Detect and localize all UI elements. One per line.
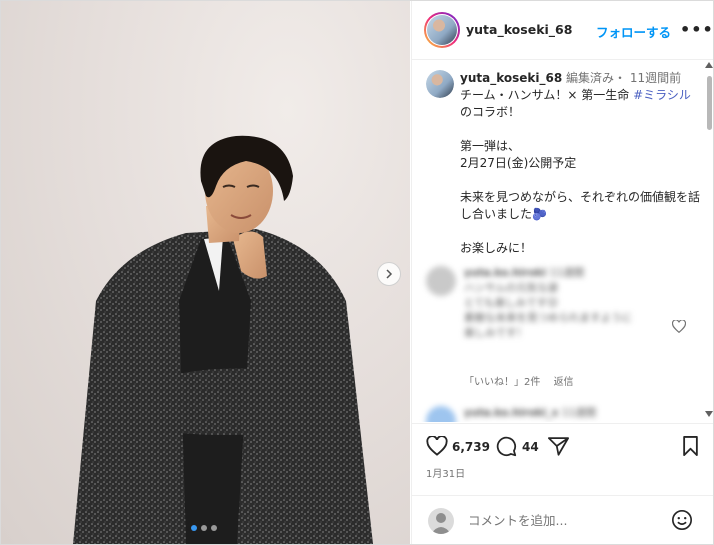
post-header: yuta_koseki_68 フォローする •••	[412, 1, 713, 60]
caption-text: チーム・ハンサム！× 第一生命	[460, 88, 634, 102]
post-caption: yuta_koseki_68 編集済み・ 11週間前 チーム・ハンサム！× 第一…	[460, 70, 700, 257]
comment-time: 11週間	[561, 407, 597, 419]
caption-text: 第一弾は、	[460, 139, 521, 153]
reply-button[interactable]: 返信	[554, 377, 574, 388]
commenter-username[interactable]: yuta.ko.hiroki	[464, 267, 546, 279]
instagram-post-modal: yuta_koseki_68 フォローする ••• yuta_koseki_68…	[0, 0, 714, 545]
post-photo	[1, 1, 410, 544]
commenter-avatar[interactable]	[426, 406, 456, 422]
man-in-coat-photo	[73, 135, 373, 544]
caption-text: 未来を見つめながら、それぞれの価値観を話し合いました🫐	[460, 190, 701, 221]
comments-scroll-area[interactable]: yuta_koseki_68 編集済み・ 11週間前 チーム・ハンサム！× 第一…	[412, 60, 713, 422]
post-date[interactable]: 1月31日	[426, 465, 465, 480]
comment-body: yuta.ko.hiroki_x 11週間	[464, 406, 664, 421]
commenter-username[interactable]: yuta.ko.hiroki_x	[464, 407, 558, 419]
carousel-dot	[201, 525, 207, 531]
author-username[interactable]: yuta_koseki_68	[466, 22, 572, 37]
comment-bubble-icon	[496, 436, 517, 457]
comment-item: yuta.ko.hiroki_x 11週間	[426, 406, 688, 422]
save-button[interactable]	[682, 436, 699, 460]
edited-label: 編集済み・	[566, 71, 627, 85]
carousel-dot-active	[191, 525, 197, 531]
share-button[interactable]	[548, 436, 569, 460]
emoji-button[interactable]	[671, 509, 693, 535]
carousel-indicator	[191, 525, 217, 531]
comment-body: yuta.ko.hiroki 11週間 ハンサムの元気な姿 とても楽しみです😊 …	[464, 266, 664, 341]
comment-item: yuta.ko.hiroki 11週間 ハンサムの元気な姿 とても楽しみです😊 …	[426, 266, 688, 396]
current-user-avatar	[428, 508, 454, 534]
caption-avatar[interactable]	[426, 70, 454, 98]
caption-text: 2月27日(金)公開予定	[460, 156, 577, 170]
comment-line: 素敵な未来を見つめられますように	[464, 312, 632, 324]
comment-like-button[interactable]	[671, 318, 687, 337]
caption-username[interactable]: yuta_koseki_68	[460, 71, 562, 85]
scroll-up-icon[interactable]	[705, 62, 713, 68]
carousel-next-button[interactable]	[377, 262, 401, 286]
comment-line: 楽しみです！	[464, 327, 527, 339]
bookmark-icon	[683, 436, 698, 456]
caption-text: お楽しみに！	[460, 241, 533, 255]
caption-text: のコラボ！	[460, 105, 521, 119]
carousel-dot	[211, 525, 217, 531]
smiley-icon	[672, 510, 692, 530]
like-button[interactable]	[426, 435, 448, 460]
comment-line: とても楽しみです😊	[464, 297, 559, 309]
post-side-panel: yuta_koseki_68 フォローする ••• yuta_koseki_68…	[411, 1, 713, 544]
scrollbar-thumb[interactable]	[707, 76, 712, 130]
more-options-button[interactable]: •••	[680, 20, 713, 39]
heart-icon	[426, 435, 448, 456]
like-count[interactable]: 6,739	[452, 440, 490, 454]
commenter-avatar[interactable]	[426, 266, 456, 296]
comment-likes[interactable]: 「いいね！」2件	[464, 377, 540, 388]
post-time[interactable]: 11週間前	[630, 71, 681, 85]
chevron-right-icon	[386, 269, 393, 279]
post-actions-bar: 6,739 44	[412, 423, 713, 464]
comment-button[interactable]	[496, 436, 517, 461]
paper-plane-icon	[548, 437, 569, 456]
author-avatar[interactable]	[424, 12, 460, 48]
heart-icon	[671, 319, 687, 334]
add-comment-bar	[412, 495, 713, 544]
default-user-icon	[431, 513, 451, 534]
comment-line: ハンサムの元気な姿	[464, 282, 559, 294]
comments-scrollbar[interactable]	[704, 60, 713, 422]
comment-meta: 「いいね！」2件 返信	[464, 373, 584, 388]
scroll-down-icon[interactable]	[705, 411, 713, 417]
follow-button[interactable]: フォローする	[596, 22, 671, 41]
comment-count[interactable]: 44	[522, 440, 539, 454]
comment-time: 11週間	[549, 267, 585, 279]
comment-input[interactable]	[466, 512, 660, 529]
hashtag-link[interactable]: #ミラシル	[633, 88, 691, 102]
